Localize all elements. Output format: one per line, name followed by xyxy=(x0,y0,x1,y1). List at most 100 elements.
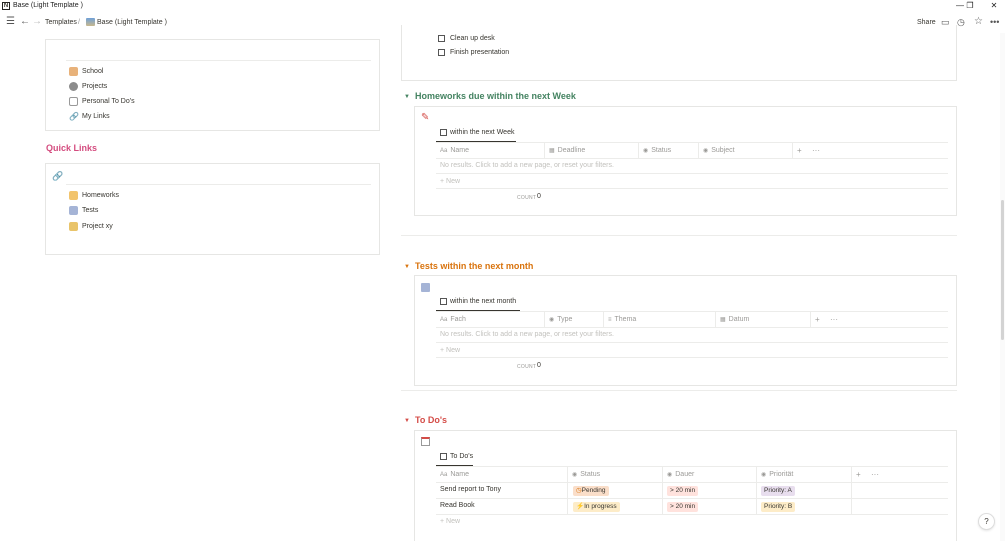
link-projects[interactable]: Projects xyxy=(69,82,107,91)
column-subject[interactable]: ◉ Subject xyxy=(703,147,735,154)
column-name[interactable]: Aa Name xyxy=(440,147,469,154)
column-status[interactable]: ◉ Status xyxy=(643,147,671,154)
breadcrumb-templates[interactable]: Templates xyxy=(45,19,77,26)
column-label: Dauer xyxy=(675,471,695,478)
scrollbar-thumb[interactable] xyxy=(1001,200,1004,340)
column-divider xyxy=(756,467,757,514)
menu-icon[interactable]: ☰ xyxy=(6,16,15,28)
favorite-star-icon[interactable]: ☆ xyxy=(974,16,983,28)
link-project-xy[interactable]: Project xy xyxy=(69,222,113,231)
column-label: Fach xyxy=(450,316,466,323)
todo-item[interactable]: Clean up desk xyxy=(438,35,495,42)
breadcrumb-page-icon xyxy=(86,18,95,26)
todo-name-cell[interactable]: Read Book xyxy=(440,502,475,509)
link-personal-todos[interactable]: Personal To Do's xyxy=(69,97,135,106)
column-deadline[interactable]: ▦ Deadline xyxy=(549,147,585,154)
back-arrow-icon[interactable]: ← xyxy=(20,16,30,28)
view-tab-homeworks[interactable]: within the next Week xyxy=(440,129,514,136)
divider xyxy=(436,498,948,499)
column-fach[interactable]: Aa Fach xyxy=(440,316,466,323)
divider xyxy=(436,173,948,174)
window-titlebar: N Base (Light Template ) — ❐ ✕ xyxy=(0,0,1005,13)
close-icon[interactable]: ✕ xyxy=(983,0,1005,12)
toggle-triangle-icon[interactable]: ▼ xyxy=(404,264,410,270)
column-divider xyxy=(567,467,568,514)
column-status[interactable]: ◉ Status xyxy=(572,471,600,478)
priority-tag[interactable]: Priority: B xyxy=(761,502,796,512)
status-tag[interactable]: ⚡In progress xyxy=(573,502,620,512)
text-lines-icon: ≡ xyxy=(608,316,612,323)
new-row-button[interactable]: + New xyxy=(440,178,460,185)
column-label: Subject xyxy=(711,147,735,154)
column-divider xyxy=(544,143,545,158)
link-tests[interactable]: Tests xyxy=(69,206,98,215)
breadcrumb-base-template[interactable]: Base (Light Template ) xyxy=(97,19,167,26)
view-tab-tests[interactable]: within the next month xyxy=(440,298,516,305)
divider xyxy=(436,188,948,189)
status-text: Pending xyxy=(581,487,606,494)
link-label: Project xy xyxy=(82,223,113,230)
link-label: Tests xyxy=(82,207,99,214)
column-divider xyxy=(638,143,639,158)
divider xyxy=(436,342,948,343)
checkbox[interactable] xyxy=(438,49,445,56)
checkbox[interactable] xyxy=(438,35,445,42)
text-property-icon: Aa xyxy=(440,147,448,154)
duration-tag[interactable]: > 20 min xyxy=(667,502,699,512)
view-tab-todos[interactable]: To Do's xyxy=(440,453,473,460)
link-my-links[interactable]: 🔗 My Links xyxy=(69,112,110,121)
divider xyxy=(436,514,948,515)
more-options-icon[interactable]: ••• xyxy=(990,16,999,28)
forward-arrow-icon[interactable]: → xyxy=(32,16,42,28)
link-school[interactable]: School xyxy=(69,67,103,76)
column-datum[interactable]: ▦ Datum xyxy=(720,316,749,323)
priority-tag[interactable]: Priority: A xyxy=(761,486,795,496)
link-homeworks[interactable]: Homeworks xyxy=(69,191,119,200)
history-icon[interactable]: ◷ xyxy=(957,16,965,28)
todo-item[interactable]: Finish presentation xyxy=(438,49,509,56)
more-options-icon[interactable]: ··· xyxy=(830,315,838,324)
column-label: Thema xyxy=(614,316,637,323)
empty-results-text[interactable]: No results. Click to add a new page, or … xyxy=(440,162,614,169)
new-row-button[interactable]: + New xyxy=(440,518,460,525)
column-divider xyxy=(698,143,699,158)
column-divider xyxy=(792,143,793,158)
more-options-icon[interactable]: ··· xyxy=(812,146,820,155)
column-label: Deadline xyxy=(557,147,586,154)
divider xyxy=(436,327,948,328)
todo-name-cell[interactable]: Send report to Tony xyxy=(440,486,501,493)
new-label: New xyxy=(446,518,461,525)
status-tag[interactable]: ◷Pending xyxy=(573,486,609,496)
column-thema[interactable]: ≡ Thema xyxy=(608,316,636,323)
column-label: Name xyxy=(450,471,470,478)
more-options-icon[interactable]: ··· xyxy=(871,470,879,479)
tab-label: within the next month xyxy=(450,298,517,305)
column-prioritaet[interactable]: ◉ Priorität xyxy=(761,471,793,478)
add-property-icon[interactable]: + xyxy=(797,146,802,155)
empty-results-text[interactable]: No results. Click to add a new page, or … xyxy=(440,331,614,338)
add-property-icon[interactable]: + xyxy=(815,315,820,324)
calendar-property-icon: ▦ xyxy=(720,317,726,323)
column-type[interactable]: ◉ Type xyxy=(549,316,572,323)
column-label: Name xyxy=(450,147,470,154)
link-label: Projects xyxy=(82,83,108,90)
restore-icon[interactable]: ❐ xyxy=(959,0,981,12)
lightning-icon: ⚡ xyxy=(576,503,585,510)
column-dauer[interactable]: ◉ Dauer xyxy=(667,471,694,478)
link-label: My Links xyxy=(82,113,110,120)
column-label: Priorität xyxy=(769,471,794,478)
duration-tag[interactable]: > 20 min xyxy=(667,486,699,496)
calendar-property-icon: ▦ xyxy=(549,148,555,154)
toggle-triangle-icon[interactable]: ▼ xyxy=(404,94,410,100)
divider xyxy=(436,311,948,312)
help-button[interactable]: ? xyxy=(978,513,995,530)
count-label: COUNT xyxy=(517,195,537,201)
toggle-triangle-icon[interactable]: ▼ xyxy=(404,418,410,424)
homeworks-heading: Homeworks due within the next Week xyxy=(415,91,576,101)
add-property-icon[interactable]: + xyxy=(856,470,861,479)
new-row-button[interactable]: + New xyxy=(440,347,460,354)
column-name[interactable]: Aa Name xyxy=(440,471,469,478)
pencil-paper-icon: ✎ xyxy=(421,112,430,123)
text-property-icon: Aa xyxy=(440,471,448,478)
count-value: 0 xyxy=(537,193,541,200)
